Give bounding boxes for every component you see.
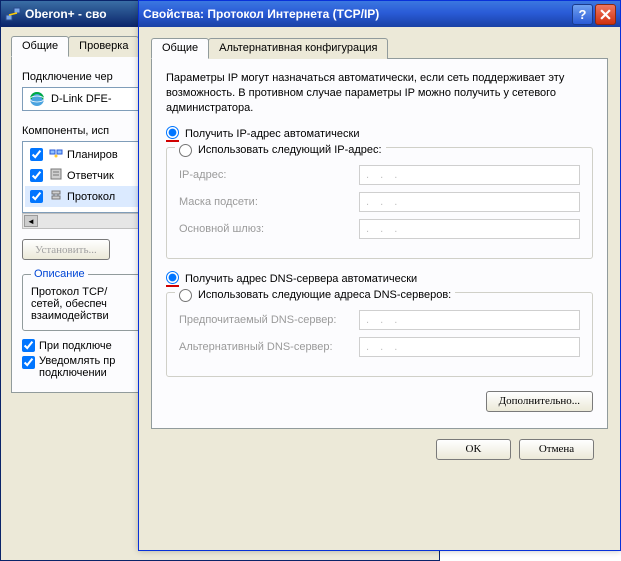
back-tab-auth[interactable]: Проверка	[68, 36, 139, 57]
notify-checkbox[interactable]	[22, 356, 35, 369]
description-legend: Описание	[31, 268, 88, 280]
info-text: Параметры IP могут назначаться автоматич…	[166, 71, 593, 116]
front-title: Свойства: Протокол Интернета (TCP/IP)	[143, 7, 379, 21]
dns-manual-radio[interactable]	[179, 289, 192, 302]
ip-address-label: IP-адрес:	[179, 169, 349, 181]
dns-pref-label: Предпочитаемый DNS-сервер:	[179, 314, 349, 326]
component-checkbox[interactable]	[30, 169, 43, 182]
advanced-button[interactable]: Дополнительно...	[486, 391, 593, 412]
cancel-button[interactable]: Отмена	[519, 439, 594, 460]
component-checkbox[interactable]	[30, 190, 43, 203]
help-button[interactable]: ?	[572, 4, 593, 25]
dns-auto-radio[interactable]	[166, 271, 179, 284]
dns-alt-input[interactable]: . . .	[359, 337, 580, 357]
ip-auto-label: Получить IP-адрес автоматически	[185, 128, 359, 140]
ip-address-input[interactable]: . . .	[359, 165, 580, 185]
gateway-input[interactable]: . . .	[359, 219, 580, 239]
component-label: Протокол	[67, 191, 115, 203]
ok-button[interactable]: OK	[436, 439, 511, 460]
component-label: Планиров	[67, 149, 118, 161]
dns-manual-group: Использовать следующие адреса DNS-сервер…	[166, 292, 593, 377]
ip-manual-group: Использовать следующий IP-адрес: IP-адре…	[166, 147, 593, 259]
ip-auto-radio[interactable]	[166, 126, 179, 139]
client-icon	[49, 146, 63, 163]
install-button[interactable]: Установить...	[22, 239, 110, 260]
gateway-label: Основной шлюз:	[179, 223, 349, 235]
component-label: Ответчик	[67, 170, 114, 182]
dns-alt-label: Альтернативный DNS-сервер:	[179, 341, 349, 353]
protocol-icon	[49, 188, 63, 205]
scroll-left-icon[interactable]: ◄	[24, 215, 38, 227]
back-title: Oberon+ - сво	[25, 7, 107, 21]
subnet-mask-input[interactable]: . . .	[359, 192, 580, 212]
tcpip-properties-window: Свойства: Протокол Интернета (TCP/IP) ? …	[138, 0, 621, 551]
service-icon	[49, 167, 63, 184]
dns-auto-label: Получить адрес DNS-сервера автоматически	[185, 273, 417, 285]
back-tab-general[interactable]: Общие	[11, 36, 69, 57]
dns-pref-input[interactable]: . . .	[359, 310, 580, 330]
tab-alt-config[interactable]: Альтернативная конфигурация	[208, 38, 388, 59]
front-titlebar[interactable]: Свойства: Протокол Интернета (TCP/IP) ?	[139, 1, 620, 27]
ip-manual-label: Использовать следующий IP-адрес:	[198, 144, 382, 156]
dns-manual-label: Использовать следующие адреса DNS-сервер…	[198, 289, 451, 301]
show-icon-label: При подключе	[39, 340, 112, 352]
subnet-mask-label: Маска подсети:	[179, 196, 349, 208]
notify-label: Уведомлять пр подключении	[39, 355, 115, 379]
component-checkbox[interactable]	[30, 148, 43, 161]
adapter-name: D-Link DFE-	[51, 93, 112, 105]
network-adapter-icon	[29, 91, 45, 107]
close-button[interactable]	[595, 4, 616, 25]
ip-manual-radio[interactable]	[179, 144, 192, 157]
front-tabstrip: Общие Альтернативная конфигурация	[151, 37, 608, 59]
tab-general[interactable]: Общие	[151, 38, 209, 59]
show-icon-checkbox[interactable]	[22, 339, 35, 352]
connection-sysicon	[5, 6, 21, 22]
